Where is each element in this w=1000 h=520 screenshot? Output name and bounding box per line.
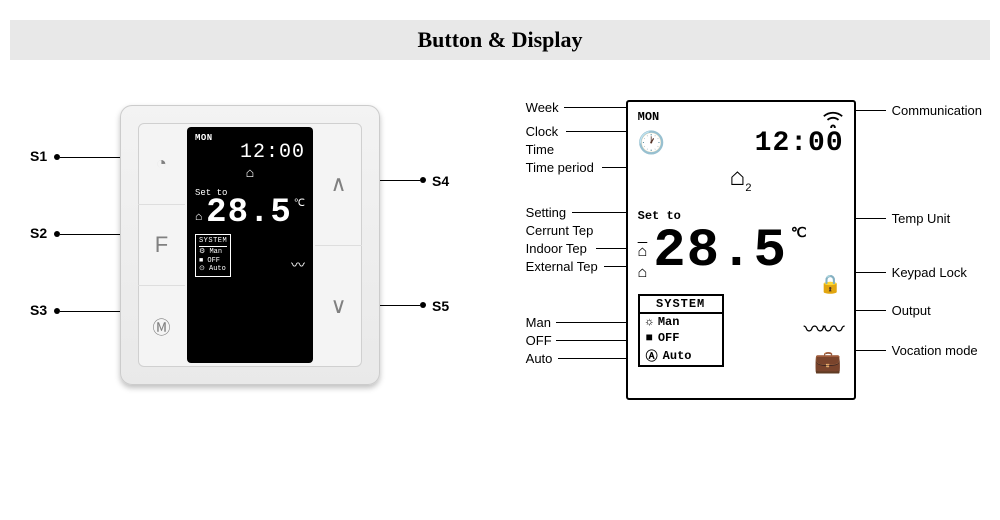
house-icon: ⌂ [730, 163, 746, 193]
label-s5: S5 [432, 298, 449, 314]
lcd-temperature: 28.5 [653, 225, 787, 279]
legend-time-period: Time period [526, 160, 594, 175]
down-button[interactable]: ∨ [315, 246, 362, 368]
left-button-column: ◔ F Ⓜ [138, 123, 185, 367]
wifi-icon [822, 110, 844, 132]
external-icon: ⌂ [638, 264, 648, 282]
legend-week: Week [526, 100, 559, 115]
legend-output: Output [892, 303, 931, 318]
legend-off: OFF [526, 333, 552, 348]
thermostat-device: ◔ F Ⓜ MON 12:00 ⌂ Set to ⌂ 28.5 ℃ [120, 105, 380, 385]
mode-button[interactable]: Ⓜ [138, 286, 185, 367]
auto-mode-icon: Ⓐ [646, 347, 658, 364]
callout-line [556, 322, 634, 323]
indoor-icon: ⌂ [638, 243, 648, 261]
label-s2: S2 [30, 225, 47, 241]
heat-output-icon: 〰 [291, 255, 305, 275]
callout-line [556, 340, 634, 341]
lock-icon: 🔒 [819, 274, 841, 296]
lcd-temp-unit: ℃ [791, 225, 807, 242]
legend-auto: Auto [526, 351, 553, 366]
dot [420, 302, 426, 308]
clock-icon: 🕐 [638, 131, 665, 157]
legend-setting: Setting [526, 205, 566, 220]
legend-communication: Communication [892, 103, 982, 118]
legend-external-tep: External Tep [526, 259, 598, 274]
system-man: ⚙ Man [199, 248, 227, 257]
callout-line [856, 272, 886, 273]
device-diagram: S1 S2 S3 S4 S5 ◔ F Ⓜ MON 12:00 [30, 90, 456, 430]
system-header: SYSTEM [199, 237, 227, 247]
legend-time: Time [526, 142, 554, 157]
callout-line [856, 310, 886, 311]
legend-keypad-lock: Keypad Lock [892, 265, 967, 280]
f-button[interactable]: F [138, 205, 185, 287]
time-period-icon: ⌂2 [638, 163, 844, 195]
off-mode-icon: ■ [646, 331, 653, 345]
callout-line [856, 218, 886, 219]
legend-temp-unit: Temp Unit [892, 211, 951, 226]
legend-clock: Clock [526, 124, 559, 139]
lcd-temperature: 28.5 [206, 196, 292, 230]
man-mode-icon: ☼ [646, 315, 653, 329]
heat-output-icon: 〰〰 [804, 312, 842, 344]
label-s1: S1 [30, 148, 47, 164]
lcd-enlarged: MON 🕐 12:00 ⌂2 Set to ⌂ ⌂ 28.5 ℃ 🔒 [626, 100, 856, 400]
callout-line [856, 350, 886, 351]
legend-current-tep: Cerrunt Tep [526, 223, 594, 238]
label-s3: S3 [30, 302, 47, 318]
lcd-display: MON 12:00 ⌂ Set to ⌂ 28.5 ℃ SYSTEM ⚙ Man… [187, 127, 313, 363]
lcd-temp-unit: ℃ [294, 198, 305, 210]
legend-indoor-tep: Indoor Tep [526, 241, 587, 256]
right-button-column: ∧ ∨ [315, 123, 362, 367]
system-off: OFF [658, 331, 680, 345]
legend-man: Man [526, 315, 551, 330]
title-bar: Button & Display [10, 20, 990, 60]
clock-button[interactable]: ◔ [138, 123, 185, 205]
callout-line [572, 212, 632, 213]
callout-line [856, 110, 886, 111]
system-box: SYSTEM ⚙ Man ■ OFF ⊙ Auto [195, 234, 231, 277]
callout-line [564, 107, 628, 108]
period-number: 2 [745, 183, 752, 195]
indoor-icon: ⌂ [195, 210, 202, 224]
lcd-time: 12:00 [755, 128, 844, 159]
legend-vocation-mode: Vocation mode [892, 343, 978, 358]
time-period-icon: ⌂ [195, 166, 305, 182]
up-button[interactable]: ∧ [315, 123, 362, 246]
lcd-week: MON [638, 110, 844, 124]
page-title: Button & Display [10, 27, 990, 53]
callout-line [558, 358, 634, 359]
system-box: SYSTEM ☼ Man ■ OFF Ⓐ Auto [638, 294, 724, 367]
system-off: ■ OFF [199, 257, 227, 266]
system-header: SYSTEM [640, 296, 722, 314]
lcd-legend-diagram: Week Clock Time Time period Setting Cerr… [506, 90, 970, 430]
briefcase-icon: 💼 [814, 350, 841, 376]
system-man: Man [658, 315, 680, 329]
dot [420, 177, 426, 183]
system-auto: Auto [663, 349, 692, 363]
system-auto: ⊙ Auto [199, 265, 227, 274]
label-s4: S4 [432, 173, 449, 189]
lcd-time: 12:00 [195, 141, 305, 164]
